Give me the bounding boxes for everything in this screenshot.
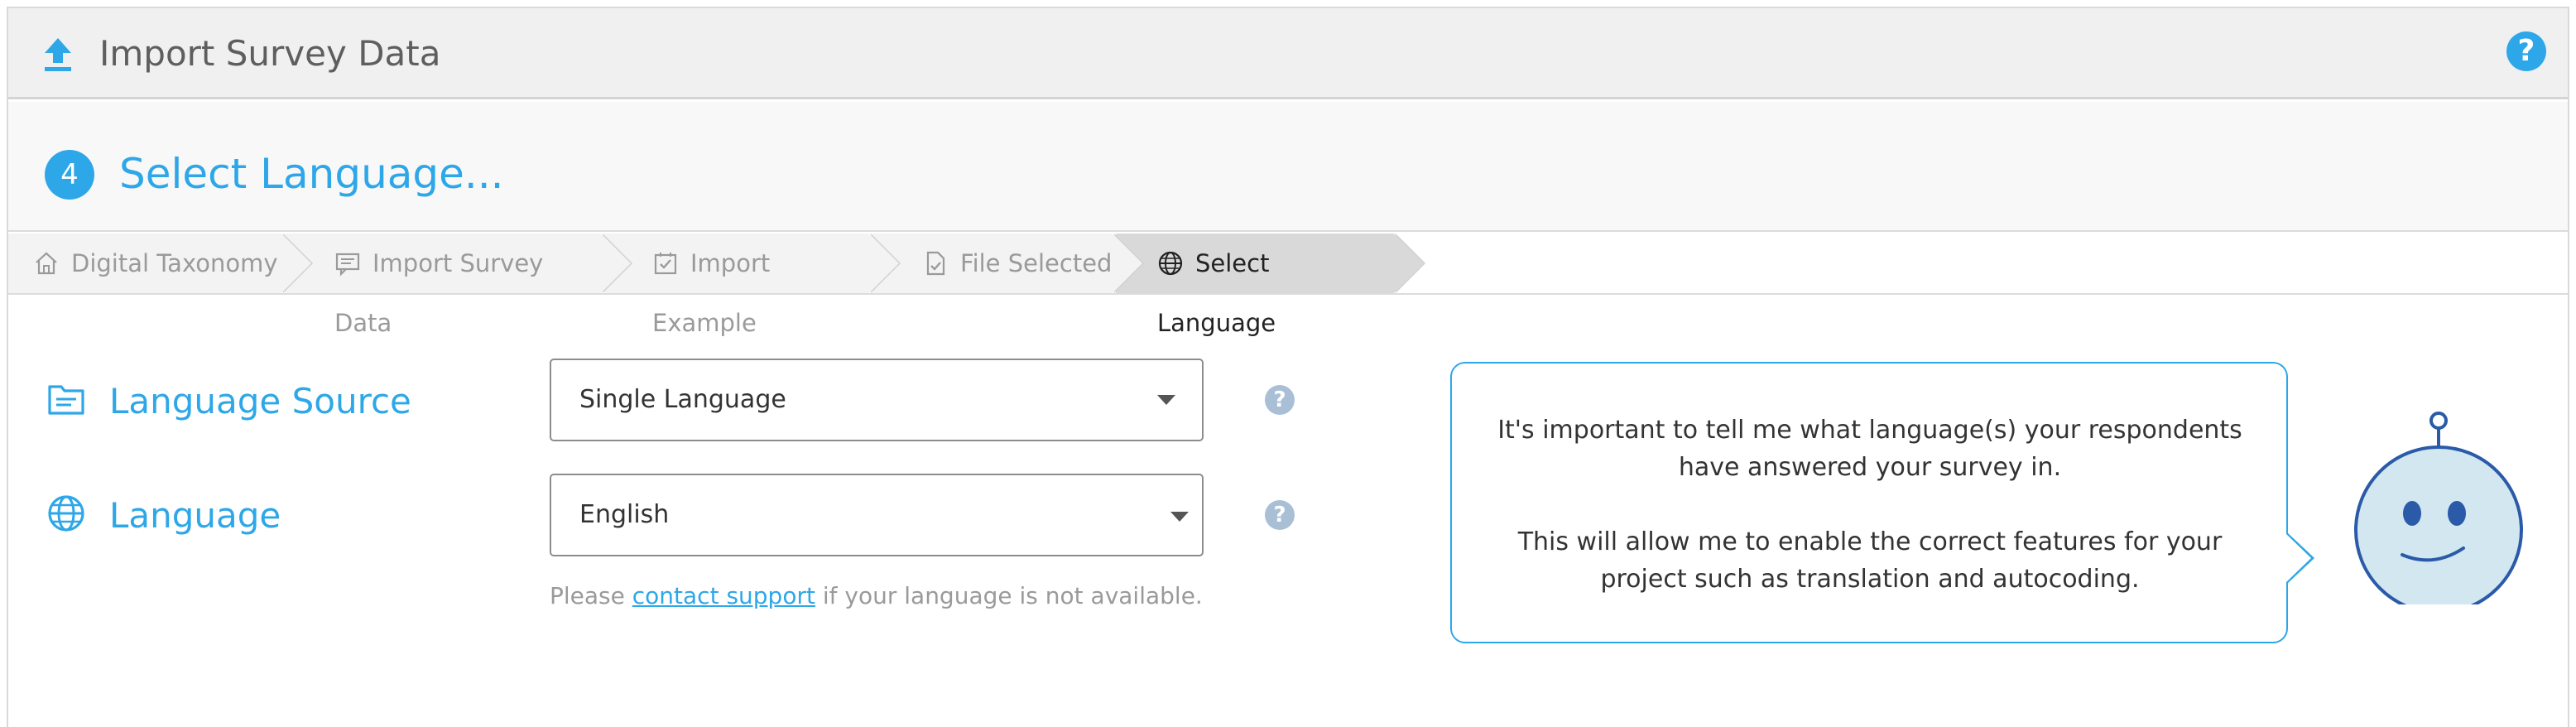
breadcrumb-separator	[1394, 234, 1424, 293]
language-select[interactable]: English	[550, 474, 1204, 556]
support-note: Please contact support if your language …	[550, 580, 1203, 613]
breadcrumb-item-file-selected[interactable]: File Selected	[872, 234, 1144, 293]
breadcrumb-separator	[281, 234, 311, 293]
page-title: Import Survey Data	[99, 33, 441, 74]
language-label: Language	[109, 495, 281, 536]
home-icon	[36, 252, 57, 275]
breadcrumb-label: Digital Taxonomy	[71, 249, 278, 277]
upload-icon	[45, 38, 71, 71]
speech-bubble-tail	[2286, 534, 2311, 582]
breadcrumb: Digital Taxonomy Import Survey Data Impo…	[8, 234, 2568, 337]
help-icon[interactable]: ?	[2506, 31, 2546, 71]
checkbox-icon	[654, 253, 677, 275]
breadcrumb-separator	[1113, 234, 1142, 293]
language-source-select[interactable]: Single Language	[550, 359, 1204, 441]
breadcrumb-item-digital-taxonomy[interactable]: Digital Taxonomy	[8, 234, 313, 293]
breadcrumb-item-select-language[interactable]: Select Language	[1116, 234, 1425, 337]
language-help-icon[interactable]: ?	[1265, 500, 1295, 530]
assistant-message: It's important to tell me what language(…	[1485, 412, 2255, 598]
assistant-speech-bubble: It's important to tell me what language(…	[1450, 362, 2288, 643]
step-number-badge: 4	[45, 150, 94, 200]
breadcrumb-item-import-example[interactable]: Import Example	[604, 234, 901, 337]
assistant-paragraph: It's important to tell me what language(…	[1497, 416, 2242, 482]
language-source-help-icon[interactable]: ?	[1265, 385, 1295, 415]
survey-icon	[335, 253, 360, 277]
breadcrumb-separator	[869, 234, 899, 293]
language-value: English	[579, 500, 670, 529]
breadcrumb-item-import-survey-data[interactable]: Import Survey Data	[285, 234, 632, 337]
file-check-icon	[926, 251, 945, 276]
language-source-value: Single Language	[579, 385, 786, 414]
header-bar: Import Survey Data ?	[8, 8, 2568, 99]
step-title: Select Language...	[119, 150, 504, 198]
assistant-paragraph: This will allow me to enable the correct…	[1517, 527, 2223, 594]
language-source-label: Language Source	[109, 381, 411, 421]
breadcrumb-separator	[601, 234, 631, 293]
contact-support-link[interactable]: contact support	[632, 582, 815, 609]
globe-icon	[1158, 251, 1183, 276]
breadcrumb-label: File Selected	[960, 249, 1113, 277]
chevron-down-icon	[1170, 512, 1189, 522]
globe-icon	[48, 495, 84, 532]
breadcrumb-label: Import Survey Data	[334, 249, 544, 337]
robot-assistant-icon	[2354, 412, 2523, 604]
support-note-prefix: Please	[550, 582, 632, 609]
page-frame: Import Survey Data ? 4 Select Language..…	[7, 7, 2569, 727]
step-heading: 4 Select Language...	[8, 102, 2568, 232]
folder-icon	[48, 385, 84, 415]
support-note-suffix: if your language is not available.	[815, 582, 1203, 609]
chevron-down-icon	[1157, 395, 1175, 405]
